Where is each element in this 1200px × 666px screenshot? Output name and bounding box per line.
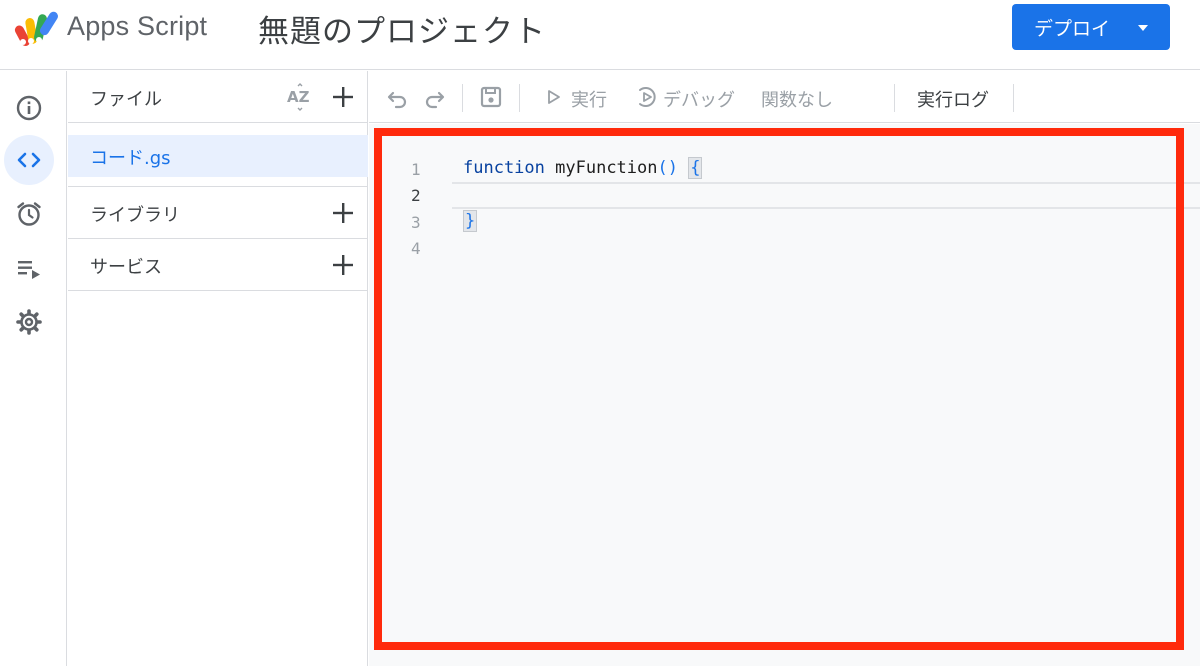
file-item-label: コード.gs — [90, 148, 171, 169]
files-section-label: ファイル — [90, 89, 162, 110]
left-nav-rail — [0, 71, 67, 666]
line-number: 3 — [411, 213, 421, 232]
editor-toolbar: 実行 デバッグ 関数なし 実行ログ — [369, 71, 1200, 123]
services-section-label: サービス — [90, 257, 162, 278]
code-function-name: myFunction — [555, 158, 658, 178]
save-icon[interactable] — [478, 84, 504, 110]
services-section-header: サービス — [68, 239, 368, 291]
info-icon — [16, 95, 42, 121]
libraries-section-header: ライブラリ — [68, 187, 368, 239]
debug-button[interactable]: デバッグ — [663, 86, 735, 112]
caret-down-icon — [1138, 25, 1148, 31]
deploy-button[interactable]: デプロイ — [1012, 4, 1170, 50]
file-item-code-gs[interactable]: コード.gs — [68, 135, 368, 177]
sort-az-icon[interactable]: AZ — [286, 83, 314, 111]
debug-icon[interactable] — [635, 85, 659, 109]
rail-item-overview[interactable] — [4, 83, 54, 133]
play-icon[interactable] — [545, 88, 563, 106]
svg-text:AZ: AZ — [287, 88, 310, 106]
toolbar-divider — [462, 84, 463, 112]
files-panel: ファイル AZ コード.gs ライブラリ サービス — [68, 71, 368, 666]
alarm-clock-icon — [17, 202, 41, 226]
toolbar-divider — [1013, 84, 1014, 112]
project-title[interactable]: 無題のプロジェクト — [258, 6, 546, 51]
code-close-brace: } — [463, 210, 478, 232]
gear-icon — [16, 309, 42, 335]
redo-icon[interactable] — [421, 84, 447, 110]
rail-item-triggers[interactable] — [4, 189, 54, 239]
files-section-header: ファイル AZ — [68, 71, 368, 123]
function-select[interactable]: 関数なし — [761, 86, 833, 112]
deploy-button-label: デプロイ — [1034, 18, 1111, 40]
execution-log-button[interactable]: 実行ログ — [917, 86, 989, 112]
add-library-button[interactable] — [330, 200, 356, 226]
code-editor[interactable]: 1 2 3 4 function myFunction() { } — [369, 124, 1200, 666]
code-line-3[interactable]: } — [463, 210, 478, 232]
apps-script-logo[interactable] — [14, 8, 58, 48]
current-line-highlight — [452, 182, 1200, 209]
code-parens: () — [657, 158, 678, 178]
toolbar-divider — [894, 84, 895, 112]
code-open-brace: { — [688, 157, 703, 179]
app-header: Apps Script 無題のプロジェクト デプロイ — [0, 0, 1200, 70]
add-file-button[interactable] — [330, 84, 356, 110]
run-button[interactable]: 実行 — [571, 86, 607, 112]
brand-name: Apps Script — [67, 11, 208, 41]
rail-item-executions[interactable] — [4, 243, 54, 293]
line-number: 2 — [411, 186, 421, 205]
rail-item-settings[interactable] — [4, 297, 54, 347]
line-number: 1 — [411, 160, 421, 179]
code-icon — [17, 152, 41, 168]
undo-icon[interactable] — [385, 84, 411, 110]
code-line-1[interactable]: function myFunction() { — [463, 157, 703, 179]
code-editor-surface[interactable]: 1 2 3 4 function myFunction() { } — [381, 134, 1200, 647]
libraries-section-label: ライブラリ — [90, 205, 180, 226]
rail-item-editor[interactable] — [4, 135, 54, 185]
line-number: 4 — [411, 239, 421, 258]
execution-list-icon — [18, 261, 40, 279]
add-service-button[interactable] — [330, 252, 356, 278]
toolbar-divider — [519, 84, 520, 112]
code-keyword: function — [463, 158, 545, 178]
